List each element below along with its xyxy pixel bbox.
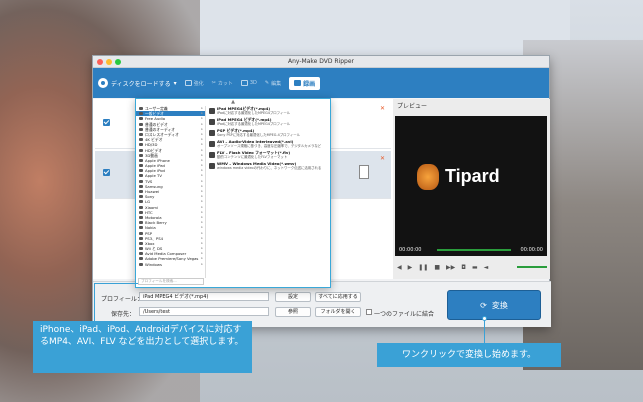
pause-icon[interactable]: ❚❚ — [418, 264, 428, 271]
save-path-field[interactable]: /Users/test — [139, 307, 269, 316]
category-list: ユーザー定義一般ビデオFree Audio普通のビデオ普通のオーディオロスレスオ… — [136, 106, 206, 278]
profile-select[interactable]: iPad MPEG4 ビデオ(*.mp4) — [139, 292, 269, 301]
rewind-icon[interactable]: ◀ — [397, 264, 402, 271]
callout-connector-right — [484, 318, 485, 343]
volume-slider[interactable] — [517, 266, 547, 268]
chevron-down-icon[interactable]: ▾ — [174, 80, 177, 87]
disc-icon — [98, 78, 108, 88]
enhance-label: 強化 — [193, 80, 204, 87]
preview-video: Tipard 00:00:00 00:00:00 — [395, 116, 547, 256]
format-item[interactable]: FLV – Flash Video フォーマット(*.flv) 動的コンテンツに最… — [206, 150, 331, 161]
format-desc: iPadに対応する最適化したMPEG4プロフィール — [217, 122, 291, 126]
remove-icon[interactable]: ✕ — [380, 155, 385, 162]
merge-label: 一つのファイルに結合 — [374, 311, 435, 318]
snapshot-icon[interactable]: ◘ — [461, 264, 466, 271]
row-checkbox[interactable] — [103, 169, 110, 176]
forward-icon[interactable]: ▶▶ — [446, 264, 455, 271]
seek-bar[interactable] — [437, 249, 511, 251]
load-disc-label: ディスクをロードする — [111, 80, 171, 88]
convert-label: 変換 — [491, 300, 508, 310]
edit-label: 編集 — [271, 80, 282, 87]
cut-label: カット — [217, 80, 233, 87]
remove-icon[interactable]: ✕ — [380, 105, 385, 112]
play-icon[interactable]: ▶ — [408, 264, 413, 271]
preview-brand: Tipard — [445, 166, 500, 186]
preview-panel: プレビュー Tipard 00:00:00 00:00:00 ◀ ▶ ❚❚ ■ … — [393, 99, 550, 279]
scroll-up-icon[interactable]: ▲ — [136, 99, 330, 105]
profile-dropdown: ▲ ユーザー定義一般ビデオFree Audio普通のビデオ普通のオーディオロスレ… — [135, 98, 331, 288]
3d-button[interactable]: 3D — [240, 80, 257, 86]
enhance-icon — [184, 80, 192, 86]
format-desc: 動的コンテンツに最適化したFLVフォーマット — [217, 155, 288, 159]
format-desc: windows media videoの代わりに、ネットワーク伝送に活用される — [217, 166, 322, 170]
settings-button[interactable]: 設定 — [275, 292, 311, 302]
callout-connector-left-h — [94, 283, 138, 284]
3d-icon — [240, 80, 248, 86]
device-icon — [359, 165, 369, 179]
format-list: iPad MPEG4ビデオ(*.mp4) iPadに対応する最適化したMPEG4プ… — [206, 106, 331, 278]
toolbar: ディスクをロードする ▾ 強化 ✂ カット 3D ✎ 編集 録画 — [93, 68, 549, 98]
stop-icon[interactable]: ■ — [434, 264, 440, 271]
save-label: 保存先： — [111, 311, 136, 318]
scissors-icon: ✂ — [211, 80, 216, 86]
format-item[interactable]: AVI – Audio-Video Interleaved(*.avi) オープン… — [206, 139, 331, 150]
browse-button[interactable]: 参照 — [275, 307, 311, 317]
format-desc: オープンソース規格に基づき、高度な圧縮率で、デジタルカメラなど — [217, 144, 322, 148]
enhance-button[interactable]: 強化 — [184, 80, 204, 87]
load-disc-button[interactable]: ディスクをロードする ▾ — [98, 78, 177, 88]
record-label: 録画 — [303, 80, 316, 88]
minimize-window-button[interactable] — [106, 59, 112, 65]
merge-checkbox[interactable] — [366, 309, 372, 315]
window-title: Any-Make DVD Ripper — [288, 58, 354, 65]
callout-dot — [482, 316, 487, 321]
3d-label: 3D — [249, 80, 257, 86]
zoom-window-button[interactable] — [115, 59, 121, 65]
convert-icon: ⟳ — [480, 300, 487, 310]
time-start: 00:00:00 — [399, 247, 422, 253]
category-item[interactable]: Windows — [136, 262, 205, 267]
convert-button[interactable]: ⟳ 変換 — [447, 290, 541, 320]
window-controls — [97, 59, 121, 65]
title-bar: Any-Make DVD Ripper — [93, 56, 549, 68]
format-desc: iPadに対応する最適化したMPEG4プロフィール — [217, 111, 291, 115]
cut-button[interactable]: ✂ カット — [212, 80, 233, 87]
callout-format-select: iPhone、iPad、iPod、Androidデバイスに対応するMP4、AVI… — [33, 321, 252, 373]
format-item[interactable]: iPad MPEG4ビデオ(*.mp4) iPadに対応する最適化したMPEG4プ… — [206, 106, 331, 117]
callout-connector-left — [94, 283, 95, 321]
volume-icon[interactable]: ◄ — [484, 264, 489, 271]
close-window-button[interactable] — [97, 59, 103, 65]
record-button[interactable]: 録画 — [289, 76, 321, 90]
format-desc: Sony PSPに対応する最適化したMPEG-4プロフィール — [217, 133, 301, 137]
edit-icon: ✎ — [264, 80, 270, 86]
format-item[interactable]: WMV – Windows Media Video(*.wmv) windows … — [206, 161, 331, 172]
preview-label: プレビュー — [397, 103, 428, 110]
profile-label: プロフィール： — [101, 296, 143, 303]
format-item[interactable]: iPad MPEG4 ビデオ(*.mp4) iPadに対応する最適化したMPEG4… — [206, 117, 331, 128]
profile-search-input[interactable]: プロフィールを検索... — [138, 278, 204, 285]
time-end: 00:00:00 — [520, 247, 543, 253]
edit-button[interactable]: ✎ 編集 — [265, 80, 281, 87]
callout-one-click: ワンクリックで変換し始めます。 — [377, 343, 561, 367]
open-folder-button[interactable]: フォルダを開く — [315, 307, 361, 317]
playback-controls: ◀ ▶ ❚❚ ■ ▶▶ ◘ ▬ ◄ — [397, 261, 547, 273]
format-item[interactable]: PSP ビデオ(*.mp4) Sony PSPに対応する最適化したMPEG-4プロ… — [206, 128, 331, 139]
folder-icon[interactable]: ▬ — [472, 264, 478, 271]
desktop-sky — [150, 0, 570, 60]
record-icon — [294, 80, 302, 86]
apply-all-button[interactable]: すべてに応用する — [315, 292, 361, 302]
row-checkbox[interactable] — [103, 119, 110, 126]
tiger-logo-icon — [417, 164, 439, 190]
